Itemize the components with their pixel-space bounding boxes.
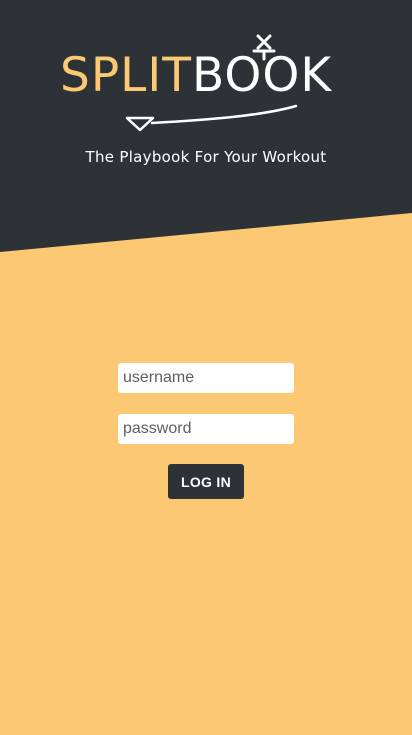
username-input[interactable] <box>118 363 294 393</box>
password-input[interactable] <box>118 414 294 444</box>
header-banner: SPLITBOOK The Playbook For Your Workout <box>0 0 412 252</box>
login-button[interactable]: LOG IN <box>168 464 244 499</box>
login-form: LOG IN <box>118 363 294 499</box>
splitbook-logo: SPLITBOOK <box>56 28 356 138</box>
tagline: The Playbook For Your Workout <box>85 148 327 166</box>
playbook-arrow-icon <box>125 34 298 132</box>
